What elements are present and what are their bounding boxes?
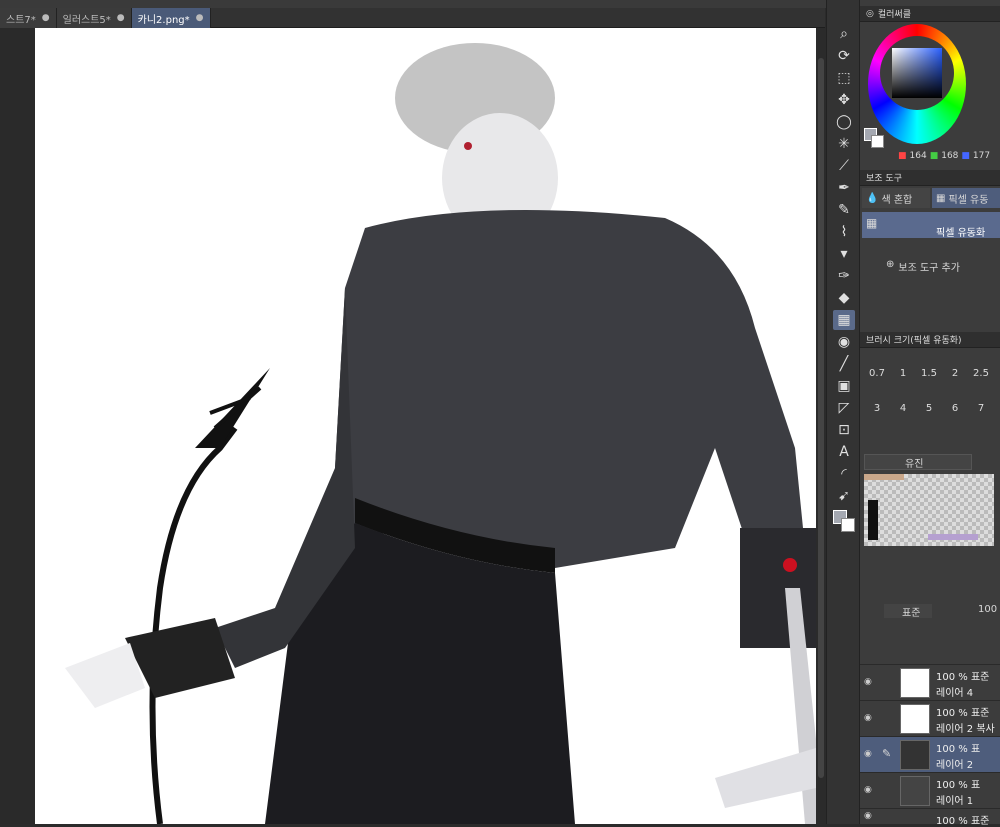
layer-row[interactable]: ◉ 100 % 표준 레이어 2 복사: [860, 700, 1000, 736]
main-color-icon[interactable]: [864, 128, 884, 148]
eye-icon[interactable]: ◉: [864, 785, 876, 795]
droplet-icon: 💧: [866, 192, 879, 204]
layer-row[interactable]: ◉ 100 % 표준 레이어 4: [860, 664, 1000, 700]
brush-size-option[interactable]: 5: [916, 403, 942, 414]
brush-icon[interactable]: ⌇: [833, 222, 855, 242]
plus-icon: ⊕: [886, 259, 895, 270]
line-icon[interactable]: ╱: [833, 354, 855, 374]
gradient-icon[interactable]: ▣: [833, 376, 855, 396]
brush-size-option[interactable]: 3: [864, 403, 890, 414]
color-swatch-icon[interactable]: [833, 510, 855, 532]
object-select-icon[interactable]: ⬚: [833, 68, 855, 88]
scrollbar-thumb[interactable]: [818, 58, 824, 778]
rgb-readout: ■ 164 ■ 168 ■ 177: [898, 151, 991, 161]
tab-kani2[interactable]: 카니2.png* ●: [131, 8, 211, 28]
layer-opacity-value[interactable]: 100: [978, 604, 997, 615]
layer-thumbnail: [900, 776, 930, 806]
canvas-scrollbar[interactable]: [816, 28, 826, 824]
close-icon[interactable]: ●: [42, 13, 50, 23]
brush-size-option[interactable]: 1.5: [916, 368, 942, 379]
grid-icon: ▦: [936, 192, 946, 204]
layer-row-selected[interactable]: ◉ ✎ 100 % 표 레이어 2: [860, 736, 1000, 772]
subtool-item-pixel-liquify[interactable]: ▦ 픽셀 유동화: [862, 212, 1000, 239]
brush-size-option[interactable]: 1: [890, 368, 916, 379]
tab-illust5[interactable]: 일러스트5* ●: [56, 8, 132, 28]
eye-icon[interactable]: ◉: [864, 811, 876, 821]
lasso-icon[interactable]: ◯: [833, 112, 855, 132]
magic-wand-icon[interactable]: ✳: [833, 134, 855, 154]
layer-thumbnail: [900, 704, 930, 734]
panel-icon[interactable]: ⊡: [833, 420, 855, 440]
move-icon[interactable]: ✥: [833, 90, 855, 110]
brush-size-option[interactable]: 4: [890, 403, 916, 414]
eye-icon[interactable]: ◉: [864, 677, 876, 687]
layer-thumbnail: [900, 668, 930, 698]
grid-icon: ▦: [866, 216, 878, 230]
subtool-panel-header: 보조 도구: [860, 170, 1000, 186]
tab-pixel-liquify[interactable]: ▦ 픽셀 유동: [932, 188, 1000, 208]
eye-icon[interactable]: ◉: [864, 713, 876, 723]
add-subtool-button[interactable]: ⊕ 보조 도구 추가: [886, 259, 960, 274]
hue-ring[interactable]: [868, 24, 966, 144]
tool-palette: ⌕ ⟳ ⬚ ✥ ◯ ✳ ⟋ ✒ ✎ ⌇ ▾ ✑ ◆ ▦ ◉ ╱ ▣ ◸ ⊡ A …: [826, 0, 860, 824]
blend-mode-dropdown[interactable]: 표준: [884, 604, 932, 619]
pen-icon[interactable]: ✒: [833, 178, 855, 198]
brush-size-option[interactable]: 2: [942, 368, 968, 379]
eye-icon[interactable]: ◉: [864, 749, 876, 759]
rotate-view-icon[interactable]: ⟳: [833, 46, 855, 66]
saturation-square[interactable]: [892, 48, 942, 98]
artwork-illustration: [65, 43, 816, 824]
layer-row[interactable]: ◉ 100 % 표 레이어 1: [860, 772, 1000, 808]
correct-line-icon[interactable]: ➹: [833, 486, 855, 506]
pencil-icon: ✎: [882, 747, 892, 760]
layer-row[interactable]: ◉ 100 % 표준: [860, 808, 1000, 827]
text-icon[interactable]: A: [833, 442, 855, 462]
tab-illust7[interactable]: 스트7* ●: [0, 8, 57, 28]
palette-dropdown[interactable]: 유진: [864, 454, 972, 470]
brush-size-option[interactable]: 0.7: [864, 368, 890, 379]
airbrush-icon[interactable]: ▾: [833, 244, 855, 264]
close-icon[interactable]: ●: [117, 13, 125, 23]
brush-size-option[interactable]: 7: [968, 403, 994, 414]
tab-color-mix[interactable]: 💧 색 혼합: [862, 188, 930, 208]
brush-size-option[interactable]: 2.5: [968, 368, 994, 379]
brush-size-option[interactable]: 6: [942, 403, 968, 414]
color-panel-header: ◎ 컬러써클: [860, 6, 1000, 22]
color-circle-icon: ◎: [866, 8, 874, 19]
eyedropper-icon[interactable]: ⟋: [833, 156, 855, 176]
document-tabs: 스트7* ● 일러스트5* ● 카니2.png* ●: [0, 8, 825, 28]
decoration-icon[interactable]: ✑: [833, 266, 855, 286]
eraser-icon[interactable]: ◆: [833, 288, 855, 308]
zoom-icon[interactable]: ⌕: [833, 24, 855, 44]
drawing-canvas[interactable]: [35, 28, 816, 824]
frame-icon[interactable]: ◸: [833, 398, 855, 418]
brush-size-header: 브러시 크기(픽셀 유동화): [860, 332, 1000, 348]
blend-tool-icon[interactable]: ▦: [833, 310, 855, 330]
color-palette-grid[interactable]: [864, 474, 994, 546]
layer-thumbnail: [900, 740, 930, 770]
fill-icon[interactable]: ◉: [833, 332, 855, 352]
close-icon[interactable]: ●: [196, 13, 204, 23]
balloon-icon[interactable]: ◜: [833, 464, 855, 484]
canvas-gutter: [0, 28, 35, 824]
pencil-icon[interactable]: ✎: [833, 200, 855, 220]
